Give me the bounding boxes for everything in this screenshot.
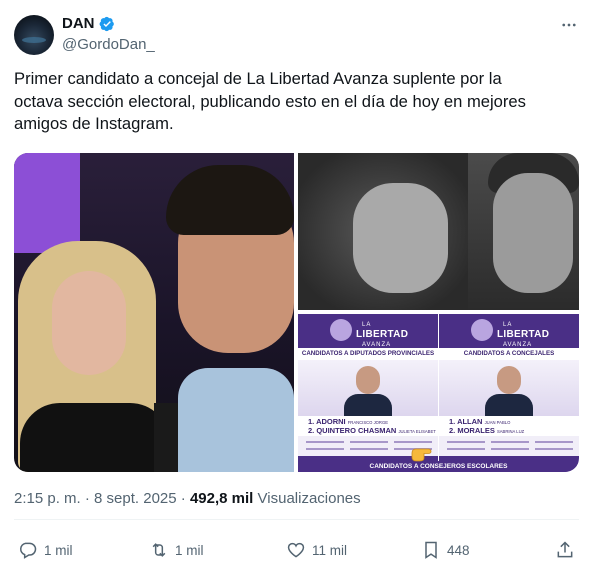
reply-icon — [20, 542, 37, 559]
candidate-name: 2. MORALES SABRINA LUZ — [449, 426, 525, 435]
media-grid: LA LIBERTAD AVANZA CANDIDATOS A DIPUTADOS … — [14, 153, 579, 472]
tweet-meta: 2:15 p. m. · 8 sept. 2025 · 492,8 mil Vi… — [14, 490, 361, 507]
retweet-button[interactable]: 1 mil — [149, 540, 204, 560]
candidate-name: 2. QUINTERO CHASMAN JULIETA ELISABET — [308, 426, 436, 435]
avatar[interactable] — [14, 15, 54, 55]
views-label: Visualizaciones — [257, 490, 361, 507]
pointing-hand-icon — [411, 448, 432, 462]
tweet-text-line: amigos de Instagram. — [14, 114, 174, 133]
author-name-row: DAN — [62, 15, 115, 32]
tweet-text: Primer candidato a concejal de La Libert… — [14, 68, 574, 136]
tweet: DAN @GordoDan_ Primer candidato a concej… — [0, 0, 594, 580]
like-count: 11 mil — [312, 542, 348, 558]
media-photo-selfie[interactable] — [14, 153, 294, 472]
lion-logo-icon — [330, 319, 352, 341]
candidate-name: 1. ADORNI FRANCISCO JORGE — [308, 417, 388, 426]
tweet-time[interactable]: 2:15 p. m. — [14, 490, 81, 507]
candidate-photo — [356, 366, 380, 394]
flyer-title: CANDIDATOS A CONCEJALES — [439, 348, 579, 360]
reply-button[interactable]: 1 mil — [18, 540, 73, 560]
retweet-icon — [152, 543, 166, 557]
display-name[interactable]: DAN — [62, 15, 95, 32]
heart-icon — [287, 542, 305, 558]
reply-count: 1 mil — [44, 542, 73, 558]
more-options-icon[interactable] — [558, 14, 580, 36]
media-photo-ballot-flyer[interactable]: LA LIBERTAD AVANZA CANDIDATOS A DIPUTADOS … — [298, 314, 579, 472]
views-count: 492,8 mil — [189, 490, 254, 507]
share-button[interactable] — [555, 540, 575, 560]
candidate-list — [439, 436, 579, 456]
like-button[interactable]: 11 mil — [286, 540, 347, 560]
action-bar: 1 mil 1 mil 11 mil 448 — [0, 534, 594, 568]
media-photo-bw-selfie[interactable] — [298, 153, 579, 310]
bookmark-icon — [425, 541, 437, 559]
bookmark-count: 448 — [447, 542, 470, 558]
lion-logo-icon — [471, 319, 493, 341]
author-handle[interactable]: @GordoDan_ — [62, 36, 155, 53]
flyer-panel-concejales: LA LIBERTAD AVANZA CANDIDATOS A CONCEJALES… — [439, 314, 579, 472]
retweet-count: 1 mil — [175, 542, 204, 558]
verified-badge-icon — [99, 16, 114, 31]
flyer-brand: LA LIBERTAD AVANZA — [497, 322, 550, 348]
meta-separator: · — [180, 490, 186, 507]
flyer-footer: CANDIDATOS A CONSEJEROS ESCOLARES — [298, 461, 579, 472]
meta-separator: · — [84, 490, 90, 507]
tweet-text-line: octava sección electoral, publicando est… — [14, 91, 526, 111]
flyer-title: CANDIDATOS A DIPUTADOS PROVINCIALES — [298, 348, 438, 360]
divider — [14, 519, 579, 520]
candidate-photo — [497, 366, 521, 394]
candidate-name: 1. ALLAN JUAN PABLO — [449, 417, 511, 426]
share-icon — [557, 541, 573, 558]
tweet-date[interactable]: 8 sept. 2025 — [94, 490, 177, 507]
tweet-text-line: Primer candidato a concejal de La Libert… — [14, 69, 502, 88]
bookmark-button[interactable]: 448 — [421, 540, 470, 560]
flyer-brand: LA LIBERTAD AVANZA — [356, 322, 409, 348]
